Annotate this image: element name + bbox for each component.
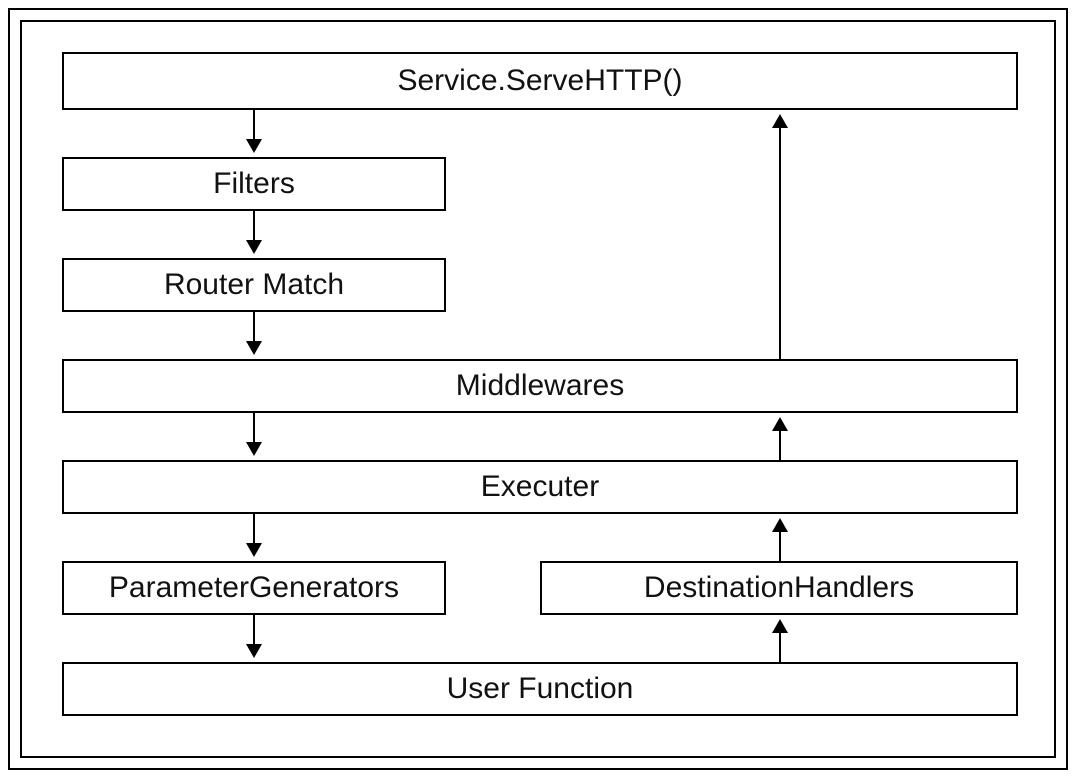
box-executer: Executer	[62, 460, 1018, 514]
label-filters: Filters	[213, 167, 295, 201]
box-serve-http: Service.ServeHTTP()	[62, 52, 1018, 110]
label-parameter-generators: ParameterGenerators	[109, 571, 399, 605]
box-user-function: User Function	[62, 662, 1018, 716]
box-destination-handlers: DestinationHandlers	[540, 561, 1018, 615]
box-filters: Filters	[62, 157, 446, 211]
label-middlewares: Middlewares	[456, 369, 624, 403]
box-parameter-generators: ParameterGenerators	[62, 561, 446, 615]
label-executer: Executer	[481, 470, 599, 504]
box-router-match: Router Match	[62, 258, 446, 312]
label-destination-handlers: DestinationHandlers	[644, 571, 914, 605]
label-router-match: Router Match	[164, 268, 344, 302]
label-serve-http: Service.ServeHTTP()	[397, 64, 682, 98]
label-user-function: User Function	[447, 672, 634, 706]
box-middlewares: Middlewares	[62, 359, 1018, 413]
